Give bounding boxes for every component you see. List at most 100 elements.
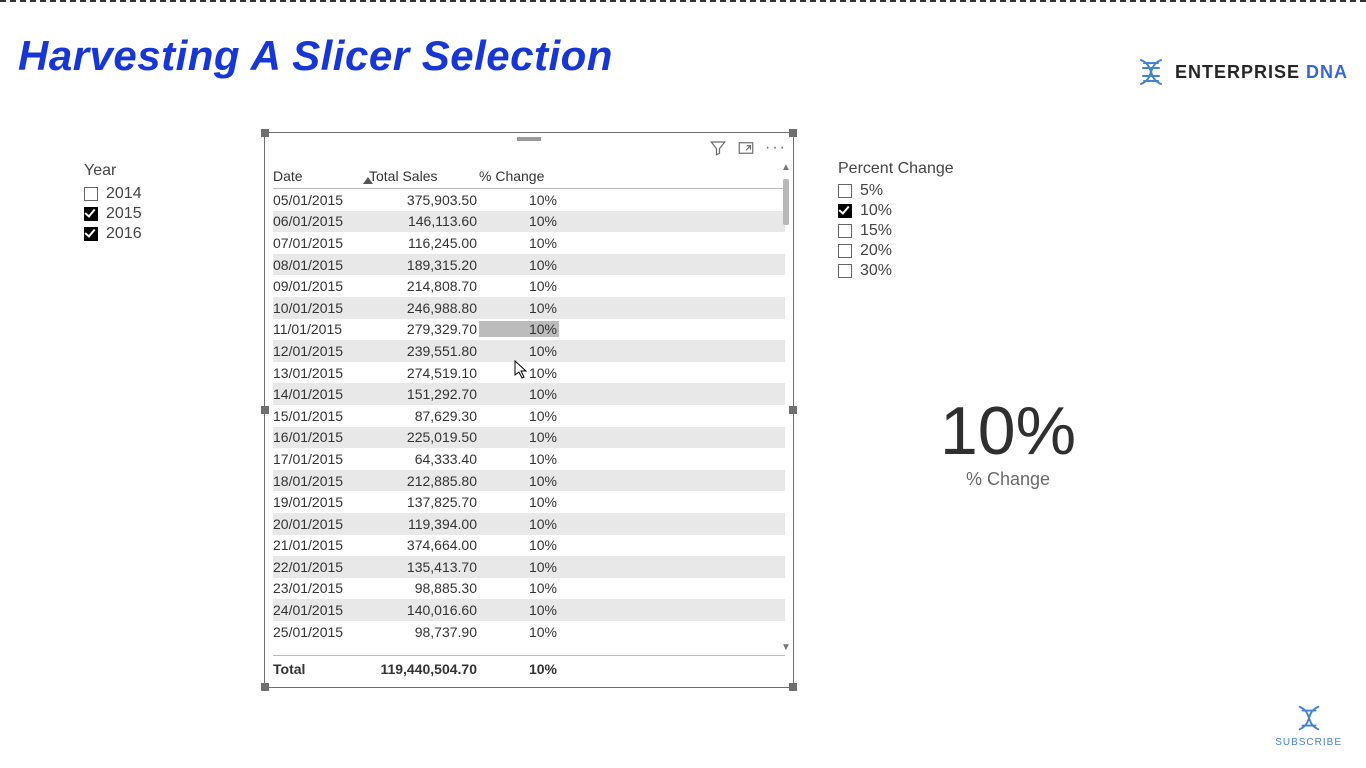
cell-sales: 135,413.70 (369, 559, 479, 575)
cell-date: 21/01/2015 (273, 537, 369, 553)
cell-pct: 10% (479, 451, 559, 467)
year-option[interactable]: 2015 (84, 204, 214, 224)
table-row[interactable]: 11/01/2015279,329.7010% (273, 319, 785, 341)
column-pct-change[interactable]: % Change (479, 168, 559, 184)
table-row[interactable]: 23/01/201598,885.3010% (273, 578, 785, 600)
percent-change-title: Percent Change (838, 160, 1008, 178)
cell-pct: 10% (479, 321, 559, 337)
cell-pct: 10% (479, 537, 559, 553)
percent-change-slicer: Percent Change 5%10% 15% 20%30% (838, 160, 1008, 281)
more-options-icon[interactable]: ··· (765, 141, 787, 155)
column-total-sales[interactable]: Total Sales (369, 168, 479, 184)
cell-sales: 212,885.80 (369, 473, 479, 489)
table-row[interactable]: 07/01/2015116,245.0010% (273, 232, 785, 254)
checkbox-icon[interactable] (84, 227, 98, 241)
checkbox-icon[interactable] (84, 187, 98, 201)
checkbox-icon[interactable] (838, 224, 852, 238)
percent-option[interactable]: 20% (838, 241, 1008, 261)
filter-icon[interactable] (709, 139, 727, 157)
brand-suffix: DNA (1306, 62, 1348, 82)
cell-pct: 10% (479, 429, 559, 445)
table-row[interactable]: 20/01/2015119,394.0010% (273, 513, 785, 535)
total-label: Total (273, 661, 369, 677)
cell-date: 18/01/2015 (273, 473, 369, 489)
table-row[interactable]: 06/01/2015146,113.6010% (273, 211, 785, 233)
cell-date: 20/01/2015 (273, 516, 369, 532)
cell-pct: 10% (479, 624, 559, 640)
table-row[interactable]: 19/01/2015137,825.7010% (273, 491, 785, 513)
percent-change-card: 10% % Change (838, 397, 1178, 490)
table-row[interactable]: 08/01/2015189,315.2010% (273, 254, 785, 276)
table-row[interactable]: 17/01/201564,333.4010% (273, 448, 785, 470)
cell-date: 10/01/2015 (273, 300, 369, 316)
table-header[interactable]: Date Total Sales % Change (273, 163, 785, 189)
table-row[interactable]: 22/01/2015135,413.7010% (273, 556, 785, 578)
cell-sales: 87,629.30 (369, 408, 479, 424)
cell-sales: 246,988.80 (369, 300, 479, 316)
percent-label: 10% (860, 202, 892, 220)
cell-date: 08/01/2015 (273, 257, 369, 273)
table-row[interactable]: 12/01/2015239,551.8010% (273, 340, 785, 362)
table-row[interactable]: 13/01/2015274,519.1010% (273, 362, 785, 384)
cell-pct: 10% (479, 386, 559, 402)
cell-date: 16/01/2015 (273, 429, 369, 445)
cell-pct: 10% (479, 580, 559, 596)
subscribe-badge[interactable]: SUBSCRIBE (1275, 703, 1342, 748)
total-sales: 119,440,504.70 (369, 661, 479, 677)
card-label: % Change (838, 469, 1178, 490)
table-visual[interactable]: ··· Date Total Sales % Change 05/01/2015… (264, 132, 794, 688)
drag-handle[interactable] (517, 137, 541, 141)
cell-date: 24/01/2015 (273, 602, 369, 618)
table-row[interactable]: 24/01/2015140,016.6010% (273, 599, 785, 621)
cell-pct: 10% (479, 494, 559, 510)
table-row[interactable]: 18/01/2015212,885.8010% (273, 470, 785, 492)
table-row[interactable]: 10/01/2015246,988.8010% (273, 297, 785, 319)
checkbox-icon[interactable] (838, 264, 852, 278)
cell-pct: 10% (479, 300, 559, 316)
percent-option[interactable]: 30% (838, 261, 1008, 281)
table-body[interactable]: 05/01/2015375,903.5010%06/01/2015146,113… (273, 189, 785, 655)
percent-option[interactable]: 15% (838, 221, 1008, 241)
cell-pct: 10% (479, 602, 559, 618)
cell-sales: 189,315.20 (369, 257, 479, 273)
table-row[interactable]: 25/01/201598,737.9010% (273, 621, 785, 643)
checkbox-icon[interactable] (838, 244, 852, 258)
cell-date: 07/01/2015 (273, 235, 369, 251)
checkbox-icon[interactable] (838, 204, 852, 218)
year-option[interactable]: 2014 (84, 184, 214, 204)
scroll-thumb[interactable] (783, 179, 789, 225)
table-row[interactable]: 21/01/2015374,664.0010% (273, 535, 785, 557)
percent-label: 20% (860, 242, 892, 260)
cell-sales: 374,664.00 (369, 537, 479, 553)
table-scrollbar[interactable]: ▲ ▼ (781, 163, 791, 653)
table-row[interactable]: 14/01/2015151,292.7010% (273, 383, 785, 405)
year-option[interactable]: 2016 (84, 224, 214, 244)
table-row[interactable]: 15/01/201587,629.3010% (273, 405, 785, 427)
cell-sales: 64,333.40 (369, 451, 479, 467)
card-value: 10% (838, 397, 1178, 465)
checkbox-icon[interactable] (838, 184, 852, 198)
table-row[interactable]: 16/01/2015225,019.5010% (273, 427, 785, 449)
cell-pct: 10% (479, 235, 559, 251)
scroll-down-icon[interactable]: ▼ (781, 643, 791, 653)
cell-date: 11/01/2015 (273, 321, 369, 337)
cell-pct: 10% (479, 192, 559, 208)
percent-label: 15% (860, 222, 892, 240)
percent-option[interactable]: 10% (838, 201, 1008, 221)
cell-pct: 10% (479, 213, 559, 229)
cell-pct: 10% (479, 365, 559, 381)
table-row[interactable]: 09/01/2015214,808.7010% (273, 275, 785, 297)
percent-option[interactable]: 5% (838, 181, 1008, 201)
focus-mode-icon[interactable] (737, 139, 755, 157)
year-label: 2014 (106, 185, 142, 203)
cell-date: 22/01/2015 (273, 559, 369, 575)
cell-sales: 137,825.70 (369, 494, 479, 510)
checkbox-icon[interactable] (84, 207, 98, 221)
table-row[interactable]: 05/01/2015375,903.5010% (273, 189, 785, 211)
cell-date: 19/01/2015 (273, 494, 369, 510)
dna-icon (1135, 56, 1167, 88)
cell-date: 06/01/2015 (273, 213, 369, 229)
scroll-up-icon[interactable]: ▲ (781, 163, 791, 173)
column-date[interactable]: Date (273, 168, 369, 184)
brand-logo: ENTERPRISE DNA (1135, 56, 1348, 88)
